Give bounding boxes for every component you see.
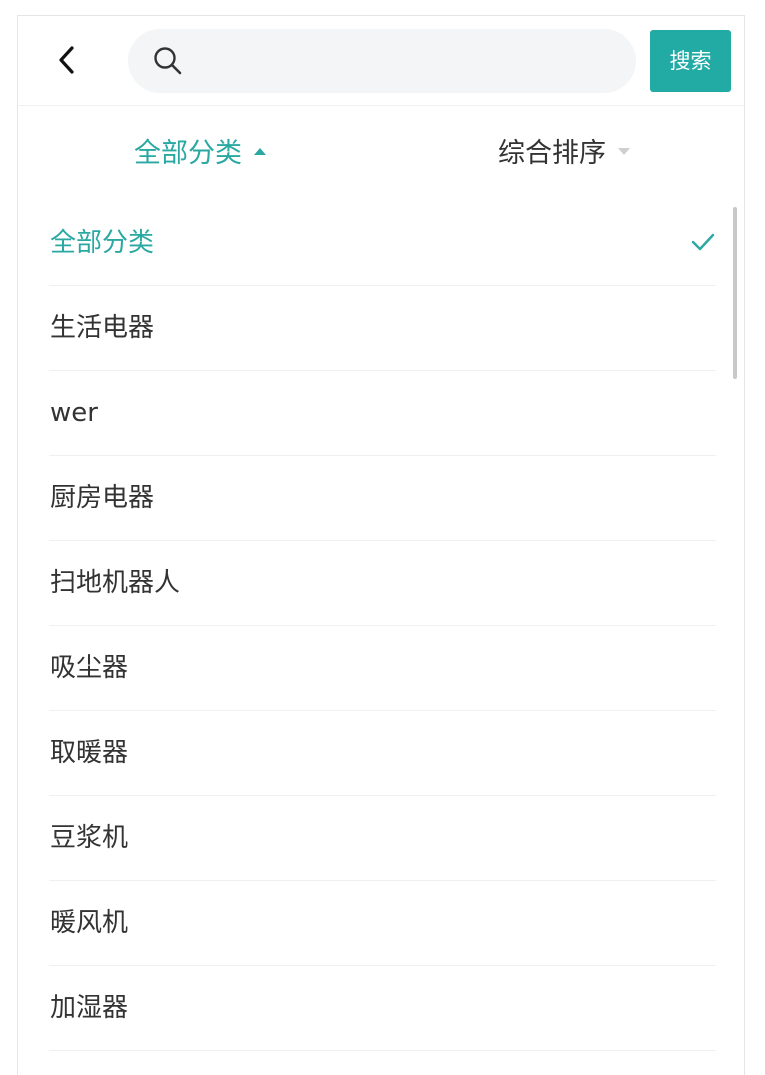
category-filter-label: 全部分类 xyxy=(134,138,242,169)
chevron-left-icon xyxy=(59,46,74,74)
category-item[interactable]: 厨房电器 xyxy=(49,456,716,541)
category-item-all[interactable]: 全部分类 xyxy=(49,201,716,286)
category-item-label: 吸尘器 xyxy=(50,653,129,683)
check-icon xyxy=(691,233,715,251)
caret-down-icon xyxy=(618,148,630,155)
category-item[interactable]: 吸尘器 xyxy=(49,626,716,711)
category-item[interactable]: 加湿器 xyxy=(49,966,716,1051)
category-item-label: 加湿器 xyxy=(50,993,129,1023)
search-input[interactable] xyxy=(194,39,618,85)
app-frame: 搜索 全部分类 综合排序 全部分类 生活电器 wer 厨房电器 扫地机器人 吸尘 xyxy=(17,15,745,1075)
category-item[interactable]: 取暖器 xyxy=(49,711,716,796)
category-list: 全部分类 生活电器 wer 厨房电器 扫地机器人 吸尘器 取暖器 豆浆机 暖风机 xyxy=(49,201,716,1051)
sort-filter-label: 综合排序 xyxy=(498,138,606,169)
category-item-label: 暖风机 xyxy=(50,908,129,938)
category-item-label: 全部分类 xyxy=(50,228,155,258)
category-item-label: 豆浆机 xyxy=(50,823,129,853)
category-item-label: 扫地机器人 xyxy=(50,568,181,598)
search-button[interactable]: 搜索 xyxy=(650,30,731,92)
search-box[interactable] xyxy=(128,29,636,93)
category-item[interactable]: 生活电器 xyxy=(49,286,716,371)
category-item[interactable]: 豆浆机 xyxy=(49,796,716,881)
category-item[interactable]: 扫地机器人 xyxy=(49,541,716,626)
category-item-label: 厨房电器 xyxy=(50,483,155,513)
category-item-label: 生活电器 xyxy=(50,313,155,343)
category-item[interactable]: wer xyxy=(49,371,716,456)
filter-bar: 全部分类 综合排序 xyxy=(18,106,744,201)
search-icon xyxy=(154,47,182,75)
scrollbar[interactable] xyxy=(733,207,737,379)
caret-up-icon xyxy=(254,148,266,155)
category-filter-tab[interactable]: 全部分类 xyxy=(18,106,382,201)
category-item-label: wer xyxy=(50,398,98,428)
category-item-label: 取暖器 xyxy=(50,738,129,768)
category-item[interactable]: 暖风机 xyxy=(49,881,716,966)
back-button[interactable] xyxy=(48,38,88,82)
sort-filter-tab[interactable]: 综合排序 xyxy=(382,106,744,201)
header: 搜索 xyxy=(18,16,744,106)
